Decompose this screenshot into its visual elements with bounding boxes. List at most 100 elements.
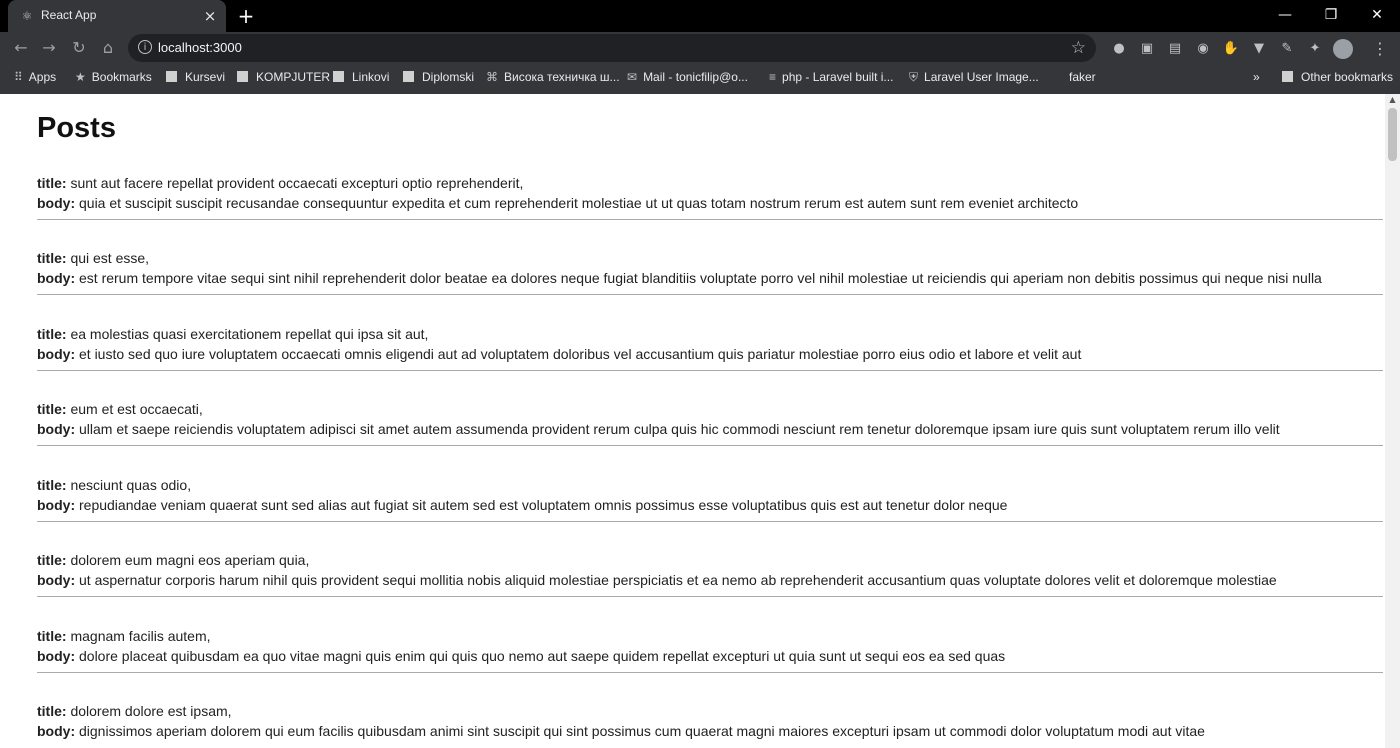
bookmark-linkovi[interactable]: Linkovi <box>333 70 389 84</box>
post-item: title: dolorem dolore est ipsam, body: d… <box>37 703 1383 748</box>
post-title-text: magnam facilis autem, <box>70 628 211 644</box>
bookmark-other[interactable]: Other bookmarks <box>1282 70 1393 84</box>
post-title: title: dolorem dolore est ipsam, <box>37 703 232 719</box>
post-title: title: dolorem eum magni eos aperiam qui… <box>37 552 309 568</box>
window-close-icon[interactable]: ✕ <box>1354 0 1400 30</box>
title-label: title: <box>37 401 67 417</box>
bookmark-kursevi[interactable]: Kursevi <box>166 70 225 84</box>
post-item: title: nesciunt quas odio, body: repudia… <box>37 477 1383 545</box>
post-item: title: ea molestias quasi exercitationem… <box>37 326 1383 394</box>
bookmark-kompjuter[interactable]: KOMPJUTER <box>237 70 330 84</box>
body-label: body: <box>37 497 76 513</box>
title-label: title: <box>37 250 67 266</box>
bookmarks-bar: ⠿ Apps ★ Bookmarks Kursevi KOMPJUTER Linko… <box>0 63 1400 95</box>
close-icon[interactable]: × <box>202 8 218 24</box>
post-item: title: eum et est occaecati, body: ullam… <box>37 401 1383 469</box>
post-title-text: sunt aut facere repellat provident occae… <box>70 175 524 191</box>
bookmark-label: Laravel User Image... <box>924 70 1039 84</box>
extensions-bar: ● ▣ ▤ ◉ ✋ ▼ ✎ ✦ <box>1109 39 1353 59</box>
tab-react-app[interactable]: ⚛ React App × <box>8 0 226 32</box>
bookmark-label: Висока техничка ш... <box>504 70 620 84</box>
bookmarks-overflow-button[interactable]: » <box>1253 70 1260 84</box>
bookmark-label: » <box>1253 70 1260 84</box>
post-title-text: ea molestias quasi exercitationem repell… <box>70 326 429 342</box>
vertical-scrollbar[interactable]: ▲ <box>1385 94 1400 748</box>
folder-icon <box>237 71 248 82</box>
url-text[interactable]: localhost:3000 <box>158 40 242 55</box>
post-body: body: ut aspernatur corporis harum nihil… <box>37 572 1277 588</box>
more-options-icon[interactable]: ⋮ <box>1372 39 1388 58</box>
post-title-text: dolorem dolore est ipsam, <box>70 703 232 719</box>
window-controls: — ❐ ✕ <box>1262 0 1400 30</box>
post-title: title: qui est esse, <box>37 250 149 266</box>
post-body: body: est rerum tempore vitae sequi sint… <box>37 270 1322 286</box>
browser-toolbar: ← → ↻ ⌂ i localhost:3000 ☆ ● ▣ ▤ ◉ ✋ ▼ ✎… <box>0 32 1400 63</box>
bookmark-laravel-php[interactable]: ≡ php - Laravel built i... <box>769 70 893 84</box>
folder-icon <box>403 71 414 82</box>
body-label: body: <box>37 346 76 362</box>
divider <box>37 370 1383 371</box>
tab-strip: ⚛ React App × + — ❐ ✕ <box>0 0 1400 32</box>
browser-chrome: ⚛ React App × + — ❐ ✕ ← → ↻ ⌂ i localhos… <box>0 0 1400 95</box>
post-body: body: repudiandae veniam quaerat sunt se… <box>37 497 1007 513</box>
bookmark-mail[interactable]: ✉ Mail - tonicfilip@o... <box>627 70 748 84</box>
restore-icon[interactable]: ❐ <box>1308 0 1354 30</box>
post-item: title: qui est esse, body: est rerum tem… <box>37 250 1383 318</box>
info-icon[interactable]: i <box>138 40 152 54</box>
address-bar[interactable]: i localhost:3000 ☆ <box>128 34 1096 62</box>
post-title: title: nesciunt quas odio, <box>37 477 191 493</box>
bookmark-faker[interactable]: faker <box>1069 70 1096 84</box>
bookmark-star-icon[interactable]: ☆ <box>1071 38 1086 58</box>
bookmark-bookmarks[interactable]: ★ Bookmarks <box>75 70 152 84</box>
bookmark-laravel-image[interactable]: ⛨ Laravel User Image... <box>909 70 1039 85</box>
post-body-text: et iusto sed quo iure voluptatem occaeca… <box>79 346 1082 362</box>
forward-icon[interactable]: → <box>40 39 58 57</box>
scrollbar-thumb[interactable] <box>1388 108 1397 161</box>
post-body: body: quia et suscipit suscipit recusand… <box>37 195 1078 211</box>
extension-icon[interactable]: ✎ <box>1277 39 1297 59</box>
post-body-text: dignissimos aperiam dolorem qui eum faci… <box>79 723 1205 739</box>
post-title-text: qui est esse, <box>70 250 150 266</box>
bookmark-apps[interactable]: ⠿ Apps <box>14 70 56 84</box>
extension-icon[interactable]: ● <box>1109 39 1129 59</box>
body-label: body: <box>37 648 76 664</box>
reload-icon[interactable]: ↻ <box>70 39 88 57</box>
post-item: title: sunt aut facere repellat providen… <box>37 175 1383 243</box>
post-body-text: est rerum tempore vitae sequi sint nihil… <box>79 270 1322 286</box>
bookmark-label: faker <box>1069 70 1096 84</box>
extension-icon[interactable]: ▼ <box>1249 39 1269 59</box>
profile-avatar[interactable] <box>1333 39 1353 59</box>
bookmark-label: Bookmarks <box>91 70 152 84</box>
post-body-text: repudiandae veniam quaerat sunt sed alia… <box>79 497 1008 513</box>
bookmark-label: php - Laravel built i... <box>782 70 894 84</box>
extension-icon[interactable]: ◉ <box>1193 39 1213 59</box>
divider <box>37 219 1383 220</box>
back-icon[interactable]: ← <box>12 39 30 57</box>
grid-icon: ⠿ <box>14 70 23 84</box>
shield-icon: ⛨ <box>909 70 919 84</box>
new-tab-button[interactable]: + <box>236 6 256 26</box>
extension-icon[interactable]: ▣ <box>1137 39 1157 59</box>
page-title: Posts <box>37 112 116 144</box>
extension-icon[interactable]: ✋ <box>1221 39 1241 59</box>
body-label: body: <box>37 572 76 588</box>
stackoverflow-icon: ≡ <box>769 70 777 84</box>
bookmark-label: KOMPJUTER <box>256 70 331 84</box>
divider <box>37 596 1383 597</box>
react-icon: ⚛ <box>21 9 33 23</box>
divider <box>37 445 1383 446</box>
divider <box>37 672 1383 673</box>
home-icon[interactable]: ⌂ <box>99 39 117 57</box>
scroll-up-arrow-icon[interactable]: ▲ <box>1389 96 1396 104</box>
puzzle-icon[interactable]: ✦ <box>1305 39 1325 59</box>
minimize-icon[interactable]: — <box>1262 0 1308 30</box>
star-icon: ★ <box>75 70 86 84</box>
title-label: title: <box>37 477 67 493</box>
bookmark-viteh[interactable]: ⌘ Висока техничка ш... <box>486 70 620 84</box>
tab-title: React App <box>41 8 97 22</box>
title-label: title: <box>37 703 67 719</box>
bookmark-label: Kursevi <box>185 70 226 84</box>
divider <box>37 294 1383 295</box>
bookmark-diplomski[interactable]: Diplomski <box>403 70 474 84</box>
extension-icon[interactable]: ▤ <box>1165 39 1185 59</box>
